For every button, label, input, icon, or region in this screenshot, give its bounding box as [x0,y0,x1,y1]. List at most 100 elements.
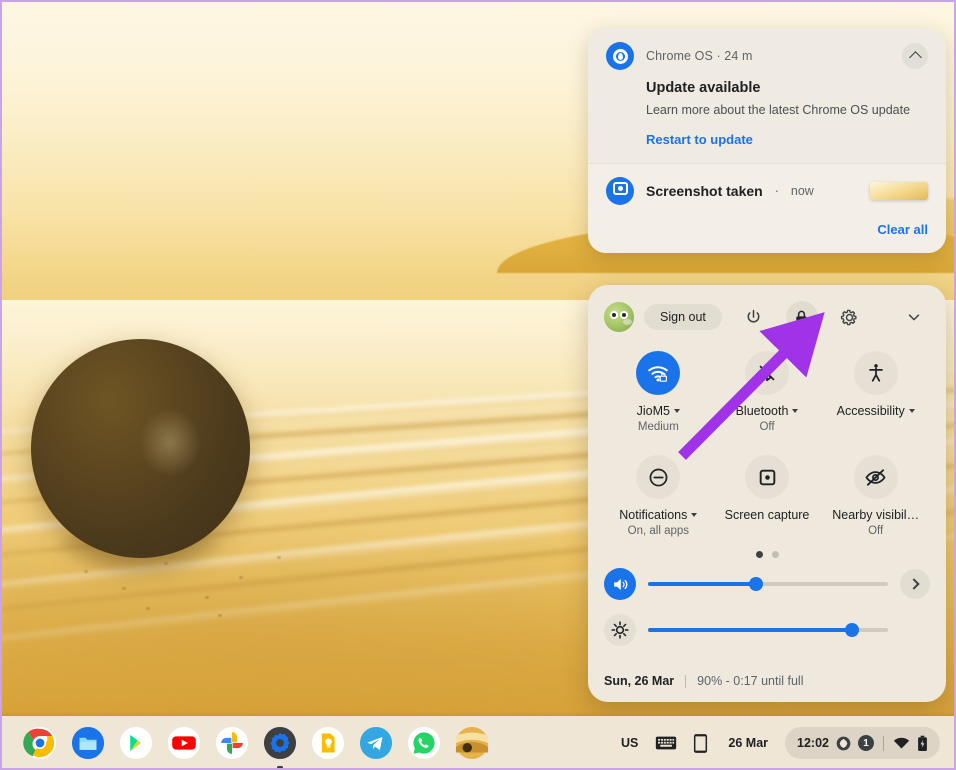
chevron-down-icon[interactable] [908,409,915,413]
volume-slider[interactable] [648,577,888,591]
shelf-app-settings[interactable] [262,725,298,769]
tile-label: JioM5 [604,404,713,418]
tile-label: Bluetooth [713,404,822,418]
wallpaper-pebbles [57,547,325,624]
tile-nearby-visibility-label: Nearby visibil… [832,508,920,522]
phone-hub-button[interactable] [683,728,717,758]
lock-button[interactable] [785,301,818,333]
shelf-time-label: 12:02 [797,736,829,750]
next-page-button[interactable] [900,569,930,599]
tile-nearby-visibility-sublabel: Off [868,525,884,537]
notification-chrome-os-update[interactable]: Chrome OS · 24 m Update available Learn … [588,28,946,163]
gear-icon [841,309,857,325]
tile-bluetooth-label: Bluetooth [735,404,789,418]
volume-slider-row [604,568,930,600]
brightness-slider[interactable] [648,623,888,637]
shelf-status-area: US 26 Mar 12:02 1 [610,727,956,759]
screenshot-icon [606,177,634,205]
shelf-app-youtube[interactable] [166,725,202,761]
tile-screen-capture[interactable]: Screen capture [713,455,822,537]
notification-screenshot-taken[interactable]: Screenshot taken · now [588,164,946,215]
restart-to-update-button[interactable]: Restart to update [646,132,928,147]
diamond-icon [836,736,851,750]
shelf-app-chrome[interactable] [22,725,58,761]
keyboard-icon [656,736,677,750]
brightness-icon[interactable] [604,614,636,646]
shelf-screenshot-thumbnail[interactable] [454,725,490,761]
tile-accessibility-label: Accessibility [836,404,905,418]
quick-settings-footer: Sun, 26 Mar 90% - 0:17 until full [604,674,803,688]
notification-time: now [790,184,814,198]
tile-nearby-visibility[interactable]: Nearby visibil… Off [821,455,930,537]
sign-out-button[interactable]: Sign out [644,304,722,330]
page-dot-2[interactable] [771,551,779,558]
quick-settings-header: Sign out [604,297,930,337]
brightness-slider-knob[interactable] [845,623,859,637]
keyboard-layout-label: US [621,736,639,750]
quick-settings-tiles-row-1: JioM5 Medium Bluetooth Off Accessibility [604,351,930,433]
tile-wifi-label: JioM5 [636,404,670,418]
phone-icon [693,733,707,753]
notification-panel: Chrome OS · 24 m Update available Learn … [588,28,946,253]
battery-status: 90% - 0:17 until full [697,674,804,688]
accessibility-icon[interactable] [853,351,898,395]
chevron-down-icon [908,314,920,321]
tile-bluetooth-sublabel: Off [759,421,775,433]
tile-notifications-label: Notifications [619,508,688,522]
chevron-down-icon[interactable] [691,513,698,517]
date-button[interactable]: 26 Mar [717,728,779,758]
shelf-date-label: 26 Mar [728,736,769,750]
clear-all-button[interactable]: Clear all [877,222,928,237]
volume-icon[interactable] [604,568,636,600]
shelf-app-list [0,725,490,769]
chromeos-desktop: Chrome OS · 24 m Update available Learn … [0,0,956,770]
do-not-disturb-icon[interactable] [636,455,681,499]
chevron-down-icon[interactable] [792,409,799,413]
brightness-slider-row [604,614,930,646]
quick-settings-page-indicator[interactable] [604,551,930,558]
avatar[interactable] [604,302,634,332]
page-dot-1[interactable] [755,551,763,558]
notification-thumbnail[interactable] [870,182,928,200]
divider [883,735,884,751]
tile-accessibility[interactable]: Accessibility [821,351,930,433]
nearby-visibility-off-icon[interactable] [853,455,898,499]
battery-charging-icon [918,735,927,751]
wifi-icon[interactable] [636,351,681,395]
keyboard-layout-button[interactable]: US [610,728,649,758]
tile-label: Accessibility [821,404,930,418]
power-icon [747,309,760,322]
notification-title: Update available [646,80,761,96]
chevron-up-icon[interactable] [902,43,928,69]
shelf-app-play-store[interactable] [118,725,154,761]
power-button[interactable] [738,301,770,333]
tile-notifications[interactable]: Notifications On, all apps [604,455,713,537]
settings-button[interactable] [834,301,866,333]
notification-body: Learn more about the latest Chrome OS up… [646,103,911,117]
volume-slider-knob[interactable] [749,577,763,591]
shelf-app-google-photos[interactable] [214,725,250,761]
quick-settings-tiles-row-2: Notifications On, all apps Screen captur… [604,455,930,537]
tile-bluetooth[interactable]: Bluetooth Off [713,351,822,433]
notification-header: Chrome OS · 24 m [606,42,928,70]
chevron-right-icon [907,578,920,590]
shelf-app-telegram[interactable] [358,725,394,761]
system-tray-button[interactable]: 12:02 1 [785,727,940,759]
wallpaper-boulder-highlight [138,408,201,478]
shelf-app-files[interactable] [70,725,106,761]
notification-footer: Clear all [588,215,946,253]
collapse-button[interactable] [898,301,930,333]
tile-notifications-sublabel: On, all apps [627,525,690,537]
shelf: US 26 Mar 12:02 1 [0,716,956,770]
screen-capture-icon[interactable] [745,455,789,499]
tile-screen-capture-label: Screen capture [724,508,810,522]
lock-icon [796,310,808,324]
notification-count-badge: 1 [858,735,874,751]
chrome-os-update-icon [606,42,634,70]
shelf-app-whatsapp[interactable] [406,725,442,761]
bluetooth-off-icon[interactable] [745,351,789,395]
virtual-keyboard-button[interactable] [649,728,683,758]
shelf-app-google-keep[interactable] [310,725,346,761]
tile-wifi[interactable]: JioM5 Medium [604,351,713,433]
chevron-down-icon[interactable] [674,409,680,413]
